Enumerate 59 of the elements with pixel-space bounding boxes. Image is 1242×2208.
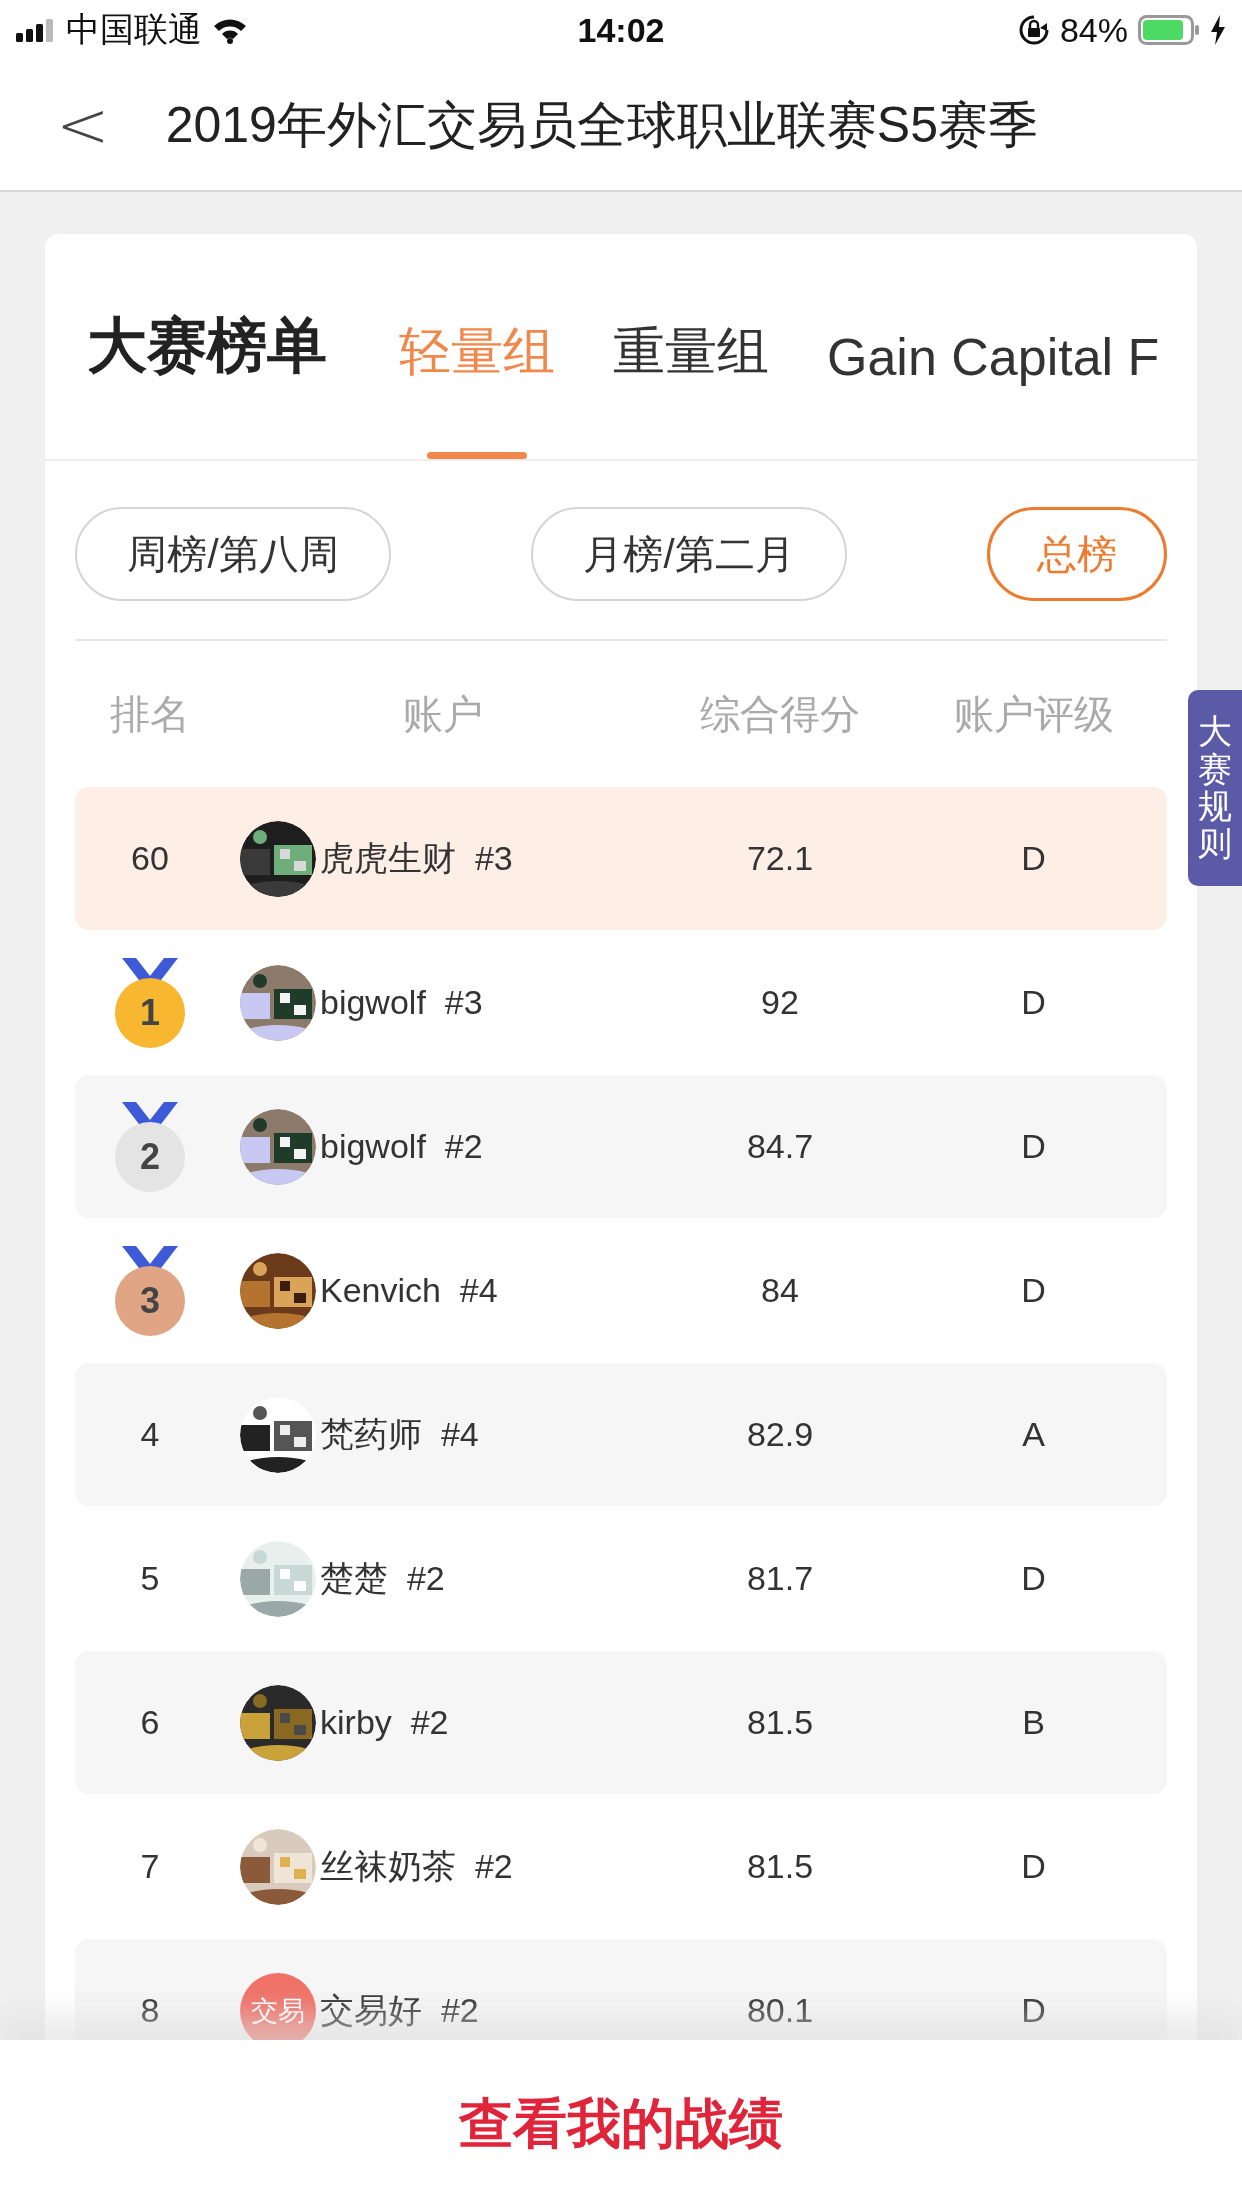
grade-value: D bbox=[1021, 1847, 1046, 1886]
account-name: 楚楚 #2 bbox=[320, 1557, 445, 1599]
score-value: 92 bbox=[761, 983, 799, 1022]
column-header: 排名 bbox=[110, 690, 190, 738]
score-value: 84.7 bbox=[746, 1127, 814, 1166]
grade-value: A bbox=[1022, 1415, 1045, 1454]
rotation-lock-icon bbox=[1017, 14, 1050, 46]
account-name: 丝袜奶茶 #2 bbox=[320, 1845, 513, 1887]
account-name: Kenvich #4 bbox=[320, 1271, 498, 1310]
grade-value: D bbox=[1021, 1271, 1046, 1310]
rank-number: 6 bbox=[140, 1703, 160, 1742]
score-value: 81.5 bbox=[746, 1847, 814, 1886]
rank-number: 7 bbox=[140, 1847, 160, 1886]
ranking-row[interactable]: 4 梵药师 #4 82.9 A bbox=[75, 1363, 1167, 1506]
filter-pill[interactable]: 周榜/第八周 bbox=[75, 507, 391, 601]
view-my-results-button[interactable]: 查看我的战绩 bbox=[453, 2086, 789, 2162]
grade-value: D bbox=[1021, 1991, 1046, 2030]
score-value: 81.7 bbox=[746, 1559, 814, 1598]
score-value: 84 bbox=[761, 1271, 799, 1310]
battery-icon bbox=[1138, 15, 1200, 45]
status-time: 14:02 bbox=[577, 10, 665, 50]
rank-number: 5 bbox=[140, 1559, 160, 1598]
score-value: 72.1 bbox=[746, 839, 814, 878]
score-value: 80.1 bbox=[746, 1991, 814, 2030]
ranking-row[interactable]: 8 交易 交易好 #2 80.1 D bbox=[75, 1939, 1167, 2040]
group-tab[interactable]: Gain Capital F bbox=[805, 327, 1182, 459]
score-value: 82.9 bbox=[746, 1415, 814, 1454]
grade-value: D bbox=[1021, 839, 1046, 878]
battery-percent: 84% bbox=[1059, 10, 1128, 50]
page-title: 2019年外汇交易员全球职业联赛S5赛季 bbox=[165, 95, 1038, 155]
rank-number: 60 bbox=[131, 839, 169, 878]
group-tab[interactable]: 重量组 bbox=[591, 317, 791, 459]
back-button[interactable]: < bbox=[50, 93, 116, 157]
board-title: 大赛榜单 bbox=[87, 311, 327, 381]
charging-bolt-icon bbox=[1210, 15, 1226, 45]
account-name: 梵药师 #4 bbox=[320, 1413, 479, 1455]
avatar-badge: 交易 bbox=[240, 1972, 316, 2040]
column-header: 账户 bbox=[402, 690, 483, 738]
grade-value: B bbox=[1022, 1703, 1045, 1742]
rank-number: 8 bbox=[140, 1991, 160, 2030]
ranking-row[interactable]: 6 kirby #2 81.5 B bbox=[75, 1651, 1167, 1794]
account-name: kirby #2 bbox=[320, 1703, 449, 1742]
account-name: 交易好 #2 bbox=[320, 1989, 479, 2031]
grade-value: D bbox=[1021, 1127, 1046, 1166]
ranking-row[interactable]: 60 虎虎生财 #3 72.1 D bbox=[75, 787, 1167, 930]
rules-tab[interactable]: 大赛规则 bbox=[1188, 690, 1242, 886]
account-name: bigwolf #2 bbox=[320, 1127, 483, 1166]
filter-pill[interactable]: 月榜/第二月 bbox=[531, 507, 847, 601]
column-header: 综合得分 bbox=[700, 690, 860, 738]
score-value: 81.5 bbox=[746, 1703, 814, 1742]
grade-value: D bbox=[1021, 983, 1046, 1022]
rank-number: 4 bbox=[140, 1415, 160, 1454]
column-header: 账户评级 bbox=[953, 690, 1114, 738]
account-name: 虎虎生财 #3 bbox=[320, 837, 513, 879]
grade-value: D bbox=[1021, 1559, 1046, 1598]
account-name: bigwolf #3 bbox=[320, 983, 483, 1022]
signal-icon bbox=[16, 18, 56, 42]
carrier-name: 中国联通 bbox=[66, 9, 202, 50]
ranking-row[interactable]: 2 bigwolf #2 84.7 D bbox=[75, 1075, 1167, 1218]
